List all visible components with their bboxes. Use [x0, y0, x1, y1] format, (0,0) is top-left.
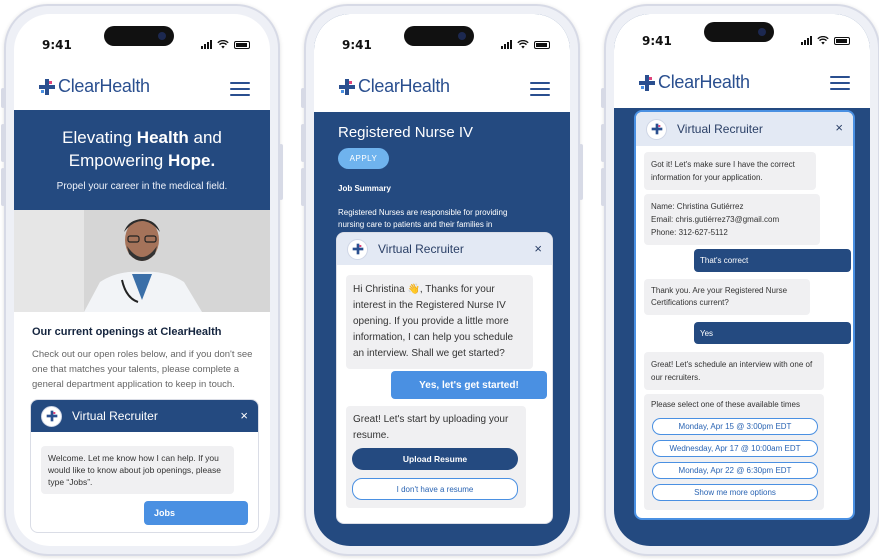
menu-icon[interactable]: [530, 82, 550, 96]
signal-icon: [201, 40, 212, 49]
bot-message: Hi Christina 👋, Thanks for your interest…: [346, 275, 533, 369]
chat-title: Virtual Recruiter: [72, 409, 158, 423]
bot-message-times: Please select one of these available tim…: [644, 394, 824, 510]
user-message: That's correct: [694, 249, 851, 272]
status-bar: 9:41: [314, 14, 570, 66]
chat-header: Virtual Recruiter ×: [636, 112, 853, 146]
battery-icon: [234, 41, 250, 49]
job-title: Registered Nurse IV: [338, 124, 474, 141]
screen-1: 9:41 ClearHealth Elevating Health and Emp…: [14, 14, 270, 546]
signal-icon: [501, 40, 512, 49]
openings-text: Check out our open roles below, and if y…: [32, 349, 253, 390]
time-option-1[interactable]: Monday, Apr 15 @ 3:00pm EDT: [652, 418, 818, 435]
chat-header: Virtual Recruiter ×: [31, 400, 258, 432]
apply-button[interactable]: APPLY: [338, 148, 389, 169]
menu-icon[interactable]: [230, 82, 250, 96]
info-email: Email: chris.gutiérrez73@gmail.com: [651, 215, 780, 224]
dynamic-island: [404, 26, 474, 46]
battery-icon: [534, 41, 550, 49]
status-time: 9:41: [42, 38, 72, 52]
hero-heading: Elevating Health and Empowering Hope.: [62, 128, 222, 170]
screen-2: 9:41 ClearHealth Registered Nurse IV APP…: [314, 14, 570, 546]
logo-text: ClearHealth: [58, 76, 150, 96]
close-icon[interactable]: ×: [534, 241, 542, 256]
info-phone: Phone: 312-627-5112: [651, 228, 728, 237]
dynamic-island: [704, 22, 774, 42]
time-option-2[interactable]: Wednesday, Apr 17 @ 10:00am EDT: [652, 440, 818, 457]
bot-message-text: Please select one of these available tim…: [651, 400, 800, 409]
logo[interactable]: ClearHealth: [338, 76, 450, 97]
screen-3: 9:41 ClearHealth Virtual Recruiter × Got…: [614, 14, 870, 546]
info-name: Name: Christina Gutiérrez: [651, 202, 744, 211]
show-more-options-button[interactable]: Show me more options: [652, 484, 818, 501]
phone-frame-2: 9:41 ClearHealth Registered Nurse IV APP…: [301, 4, 583, 556]
chat-widget-2: Virtual Recruiter × Hi Christina 👋, Than…: [336, 232, 553, 524]
chat-widget-3: Virtual Recruiter × Got it! Let's make s…: [634, 110, 855, 520]
bot-message: Got it! Let's make sure I have the corre…: [644, 152, 816, 190]
chat-title: Virtual Recruiter: [677, 122, 763, 136]
signal-icon: [801, 36, 812, 45]
user-message: Jobs: [144, 501, 248, 525]
logo-cross-icon: [39, 78, 55, 95]
logo[interactable]: ClearHealth: [38, 76, 150, 97]
chat-title: Virtual Recruiter: [378, 242, 464, 256]
time-option-3[interactable]: Monday, Apr 22 @ 6:30pm EDT: [652, 462, 818, 479]
wifi-icon: [517, 40, 529, 49]
phone-frame-3: 9:41 ClearHealth Virtual Recruiter × Got…: [601, 4, 879, 556]
no-resume-button[interactable]: I don't have a resume: [352, 478, 518, 500]
job-summary-heading: Job Summary: [338, 184, 391, 193]
site-header: ClearHealth: [314, 66, 570, 112]
chat-header: Virtual Recruiter ×: [337, 233, 552, 265]
bot-message: Welcome. Let me know how I can help. If …: [41, 446, 234, 494]
menu-icon[interactable]: [830, 76, 850, 90]
logo-cross-icon: [339, 78, 355, 95]
wifi-icon: [817, 36, 829, 45]
status-time: 9:41: [642, 34, 672, 48]
upload-resume-button[interactable]: Upload Resume: [352, 448, 518, 470]
user-message: Yes: [694, 322, 851, 344]
logo[interactable]: ClearHealth: [638, 72, 750, 93]
status-time: 9:41: [342, 38, 372, 52]
close-icon[interactable]: ×: [240, 408, 248, 423]
recruiter-avatar-icon: [347, 238, 368, 260]
bot-message: Great! Let's schedule an interview with …: [644, 352, 824, 390]
logo-text: ClearHealth: [658, 72, 750, 92]
hero-subtitle: Propel your career in the medical field.: [56, 181, 228, 192]
recruiter-avatar-icon: [646, 118, 667, 140]
openings-title: Our current openings at ClearHealth: [32, 326, 222, 338]
status-bar: 9:41: [614, 14, 870, 66]
battery-icon: [834, 37, 850, 45]
user-message: Yes, let's get started!: [391, 371, 547, 399]
phone-frame-1: 9:41 ClearHealth Elevating Health and Emp…: [1, 4, 283, 556]
bot-message-text: Great! Let's start by uploading your res…: [353, 414, 509, 441]
logo-cross-icon: [639, 74, 655, 91]
job-summary-text: Registered Nurses are responsible for pr…: [338, 208, 508, 229]
close-icon[interactable]: ×: [835, 120, 843, 135]
bot-message: Thank you. Are your Registered Nurse Cer…: [644, 279, 810, 315]
bot-message-info: Name: Christina Gutiérrez Email: chris.g…: [644, 194, 820, 245]
recruiter-avatar-icon: [41, 405, 62, 427]
site-header: ClearHealth: [14, 66, 270, 112]
chat-widget-1: Virtual Recruiter × Welcome. Let me know…: [30, 399, 259, 533]
doctor-photo: [14, 210, 270, 312]
dynamic-island: [104, 26, 174, 46]
hero-banner: Elevating Health and Empowering Hope. Pro…: [14, 110, 270, 210]
wifi-icon: [217, 40, 229, 49]
site-header: ClearHealth: [614, 62, 870, 108]
logo-text: ClearHealth: [358, 76, 450, 96]
bot-message-upload: Great! Let's start by uploading your res…: [346, 406, 526, 508]
status-bar: 9:41: [14, 14, 270, 66]
